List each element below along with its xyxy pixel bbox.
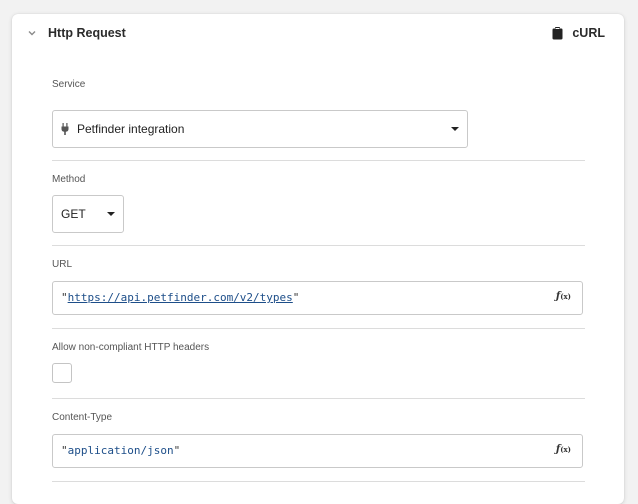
- divider: [52, 160, 585, 161]
- content-type-input[interactable]: "application/json" ƒ(x): [52, 434, 583, 468]
- content-type-text: application/json: [67, 444, 174, 457]
- url-input[interactable]: "https://api.petfinder.com/v2/types" ƒ(x…: [52, 281, 583, 315]
- panel-title: Http Request: [48, 26, 126, 40]
- service-label: Service: [52, 79, 86, 90]
- method-value: GET: [61, 207, 86, 221]
- http-request-panel: Http Request cURL Service Petfinder inte…: [12, 14, 624, 504]
- caret-down-icon: [451, 127, 459, 131]
- content-type-value: "application/json": [61, 444, 181, 457]
- url-label: URL: [52, 259, 73, 270]
- chevron-down-icon[interactable]: [26, 27, 38, 39]
- function-icon[interactable]: ƒ(x): [556, 444, 571, 455]
- service-select[interactable]: Petfinder integration: [52, 110, 468, 148]
- caret-down-icon: [107, 212, 115, 216]
- divider: [52, 245, 585, 246]
- headers-option-label: Allow non-compliant HTTP headers: [52, 342, 210, 353]
- panel-header: Http Request cURL: [12, 14, 624, 54]
- divider: [52, 328, 585, 329]
- method-select[interactable]: GET: [52, 195, 124, 233]
- curl-button[interactable]: cURL: [552, 26, 605, 40]
- content-type-label: Content-Type: [52, 412, 113, 423]
- divider: [52, 398, 585, 399]
- divider: [52, 481, 585, 482]
- function-sub: (x): [560, 445, 571, 454]
- function-sub: (x): [560, 292, 571, 301]
- method-label: Method: [52, 174, 86, 185]
- allow-headers-checkbox[interactable]: [52, 363, 72, 383]
- clipboard-icon: [552, 26, 563, 39]
- plug-icon: [61, 123, 69, 135]
- url-link[interactable]: https://api.petfinder.com/v2/types: [68, 291, 293, 304]
- service-value: Petfinder integration: [77, 122, 185, 136]
- curl-label: cURL: [572, 26, 605, 40]
- url-value: "https://api.petfinder.com/v2/types": [61, 291, 300, 304]
- function-icon[interactable]: ƒ(x): [556, 291, 571, 302]
